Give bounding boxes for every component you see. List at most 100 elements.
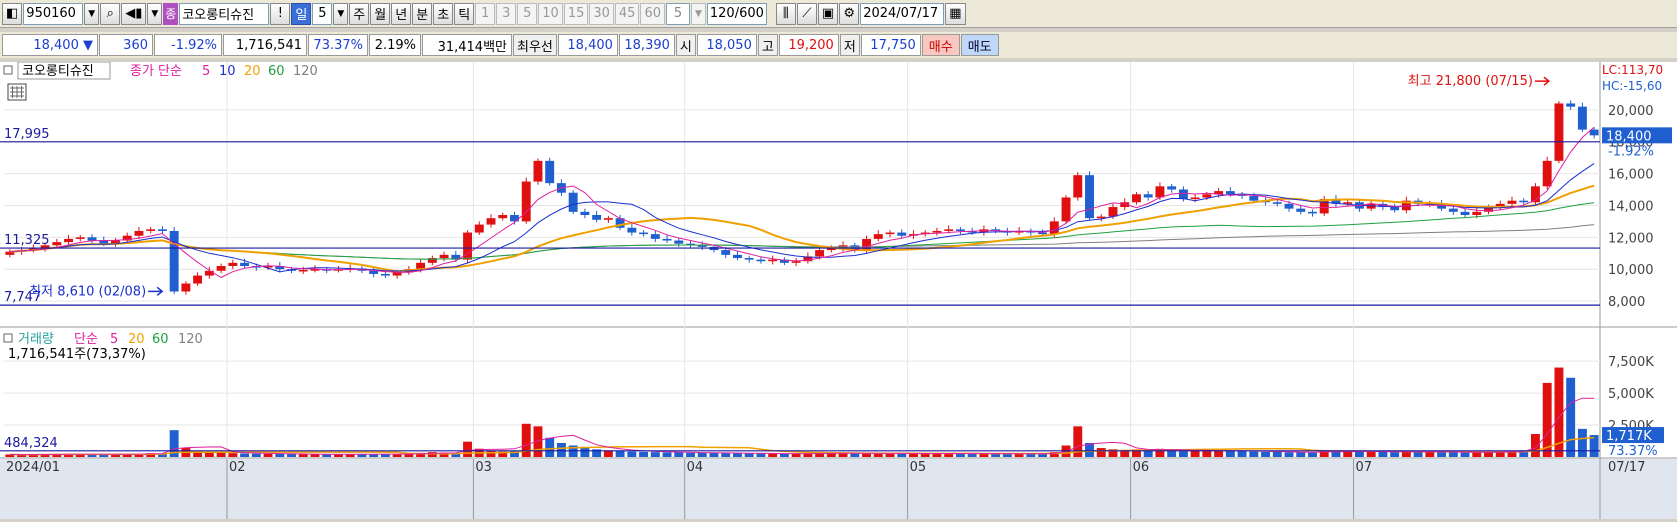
- candle: [1143, 194, 1153, 198]
- open-label: 시: [675, 34, 696, 56]
- volume-bar: [1366, 451, 1376, 457]
- price-change: 360: [99, 34, 153, 56]
- candle: [545, 160, 555, 184]
- chart-area[interactable]: 8,00010,00012,00014,00016,00018,00020,00…: [0, 61, 1677, 519]
- ma-legend-120: 120: [293, 64, 318, 79]
- ma-legend-60: 60: [268, 64, 285, 79]
- best-bid: 18,390: [618, 34, 675, 56]
- period-day-button[interactable]: 일: [291, 2, 312, 25]
- candle: [169, 230, 179, 292]
- period-count-dropdown-icon[interactable]: ▼: [333, 2, 349, 25]
- low-note: 최저 8,610 (02/08): [29, 284, 146, 299]
- minute-45-button[interactable]: 45: [614, 2, 640, 25]
- price-panel: [0, 62, 1677, 330]
- save-icon[interactable]: ▣: [817, 2, 839, 25]
- stock-name[interactable]: 코오롱티슈진: [179, 2, 270, 25]
- candle: [568, 192, 578, 212]
- candle: [1472, 211, 1482, 216]
- volume-bar: [1284, 452, 1294, 457]
- candle: [932, 230, 942, 233]
- date-input[interactable]: 2024/07/17: [860, 2, 945, 25]
- candle-type-icon[interactable]: ⫼: [775, 2, 796, 25]
- volume-bar: [1202, 450, 1212, 457]
- volume-panel: [0, 330, 1677, 458]
- minute-15-button[interactable]: 15: [563, 2, 589, 25]
- layout-icon[interactable]: ◧: [2, 2, 23, 25]
- volume-bar: [545, 437, 555, 457]
- volume-bar: [1401, 451, 1411, 457]
- count-input[interactable]: 120/600: [706, 2, 767, 25]
- volume-bar: [791, 453, 801, 457]
- volume-bar: [1237, 451, 1247, 457]
- volume-panel-toggle-icon[interactable]: [3, 333, 13, 343]
- stock-code-input[interactable]: 950160: [23, 2, 84, 25]
- calendar-icon[interactable]: ▦: [945, 2, 966, 25]
- candle: [662, 238, 672, 241]
- y-tick-label: 12,000: [1608, 231, 1654, 246]
- x-tick-label: 04: [687, 460, 704, 475]
- minute-30-button[interactable]: 30: [589, 2, 614, 25]
- candle: [1460, 211, 1470, 216]
- vol-ma-legend-5: 5: [110, 332, 118, 347]
- current-price-value: 18,400: [33, 37, 79, 53]
- period-second-button[interactable]: 초: [433, 2, 454, 25]
- minute-5-button[interactable]: 5: [517, 2, 538, 25]
- period-week-button[interactable]: 주: [349, 2, 370, 25]
- candle: [1554, 103, 1564, 161]
- volume-bar: [1249, 451, 1259, 457]
- search-icon[interactable]: ⌕: [100, 2, 121, 25]
- gear-icon[interactable]: ⚙: [839, 2, 860, 25]
- period-month-button[interactable]: 월: [370, 2, 391, 25]
- volume-bar: [639, 451, 649, 457]
- period-tick-button[interactable]: 틱: [454, 2, 475, 25]
- candle: [204, 270, 214, 276]
- best-ask: 18,400: [557, 34, 618, 56]
- period-count-input[interactable]: 5: [312, 2, 333, 25]
- period-minute-button[interactable]: 분: [412, 2, 433, 25]
- y-tick-label: 10,000: [1608, 263, 1654, 278]
- minute-10-button[interactable]: 10: [538, 2, 563, 25]
- trade-volume: 1,716,541: [223, 34, 307, 56]
- volume-bar: [298, 454, 308, 457]
- period-year-button[interactable]: 년: [391, 2, 412, 25]
- y-tick-label: 16,000: [1608, 168, 1654, 183]
- stock-chart[interactable]: 8,00010,00012,00014,00016,00018,00020,00…: [0, 61, 1677, 519]
- minute-60-button[interactable]: 60: [640, 2, 665, 25]
- minute-1-button[interactable]: 1: [475, 2, 496, 25]
- alert-button[interactable]: !: [270, 2, 291, 25]
- sell-button[interactable]: 매도: [960, 34, 999, 56]
- indicator-icon[interactable]: ⟋: [796, 2, 817, 25]
- volume-bar: [674, 452, 684, 457]
- volume-bar: [251, 453, 261, 457]
- candle: [1390, 207, 1400, 211]
- price-panel-toggle-icon[interactable]: [3, 65, 13, 75]
- candle: [240, 262, 250, 267]
- ma-legend-5: 5: [202, 64, 210, 79]
- interval-input[interactable]: 5: [666, 2, 690, 25]
- vol-current-text: 1,716,541주(73,37%): [8, 347, 146, 362]
- candle: [64, 238, 74, 243]
- speaker-icon[interactable]: ◀▮: [121, 2, 147, 25]
- code-dropdown-icon[interactable]: ▼: [84, 2, 100, 25]
- volume-bar: [216, 452, 226, 457]
- buy-button[interactable]: 매수: [921, 34, 960, 56]
- count-max: /600: [734, 6, 764, 21]
- volume-bar: [1178, 451, 1188, 457]
- volume-bar: [850, 453, 860, 457]
- volume-bar: [1425, 451, 1435, 457]
- volume-bar: [1460, 452, 1470, 457]
- interval-dropdown-icon[interactable]: ▼: [691, 2, 706, 25]
- count-value: 120: [709, 6, 735, 21]
- candle: [1061, 197, 1071, 222]
- current-price: 18,400 ▼: [2, 34, 98, 56]
- x-tick-label: 05: [910, 460, 927, 475]
- volume-bar: [909, 453, 918, 457]
- minute-3-button[interactable]: 3: [496, 2, 517, 25]
- x-end-label: 07/17: [1608, 460, 1645, 475]
- candle: [603, 218, 613, 220]
- speaker-dropdown-icon[interactable]: ▼: [147, 2, 163, 25]
- candle: [533, 160, 543, 182]
- volume-bar: [556, 442, 566, 457]
- candle: [216, 266, 226, 271]
- quote-bar: 18,400 ▼ 360 -1.92% 1,716,541 73.37% 2.1…: [0, 32, 1677, 58]
